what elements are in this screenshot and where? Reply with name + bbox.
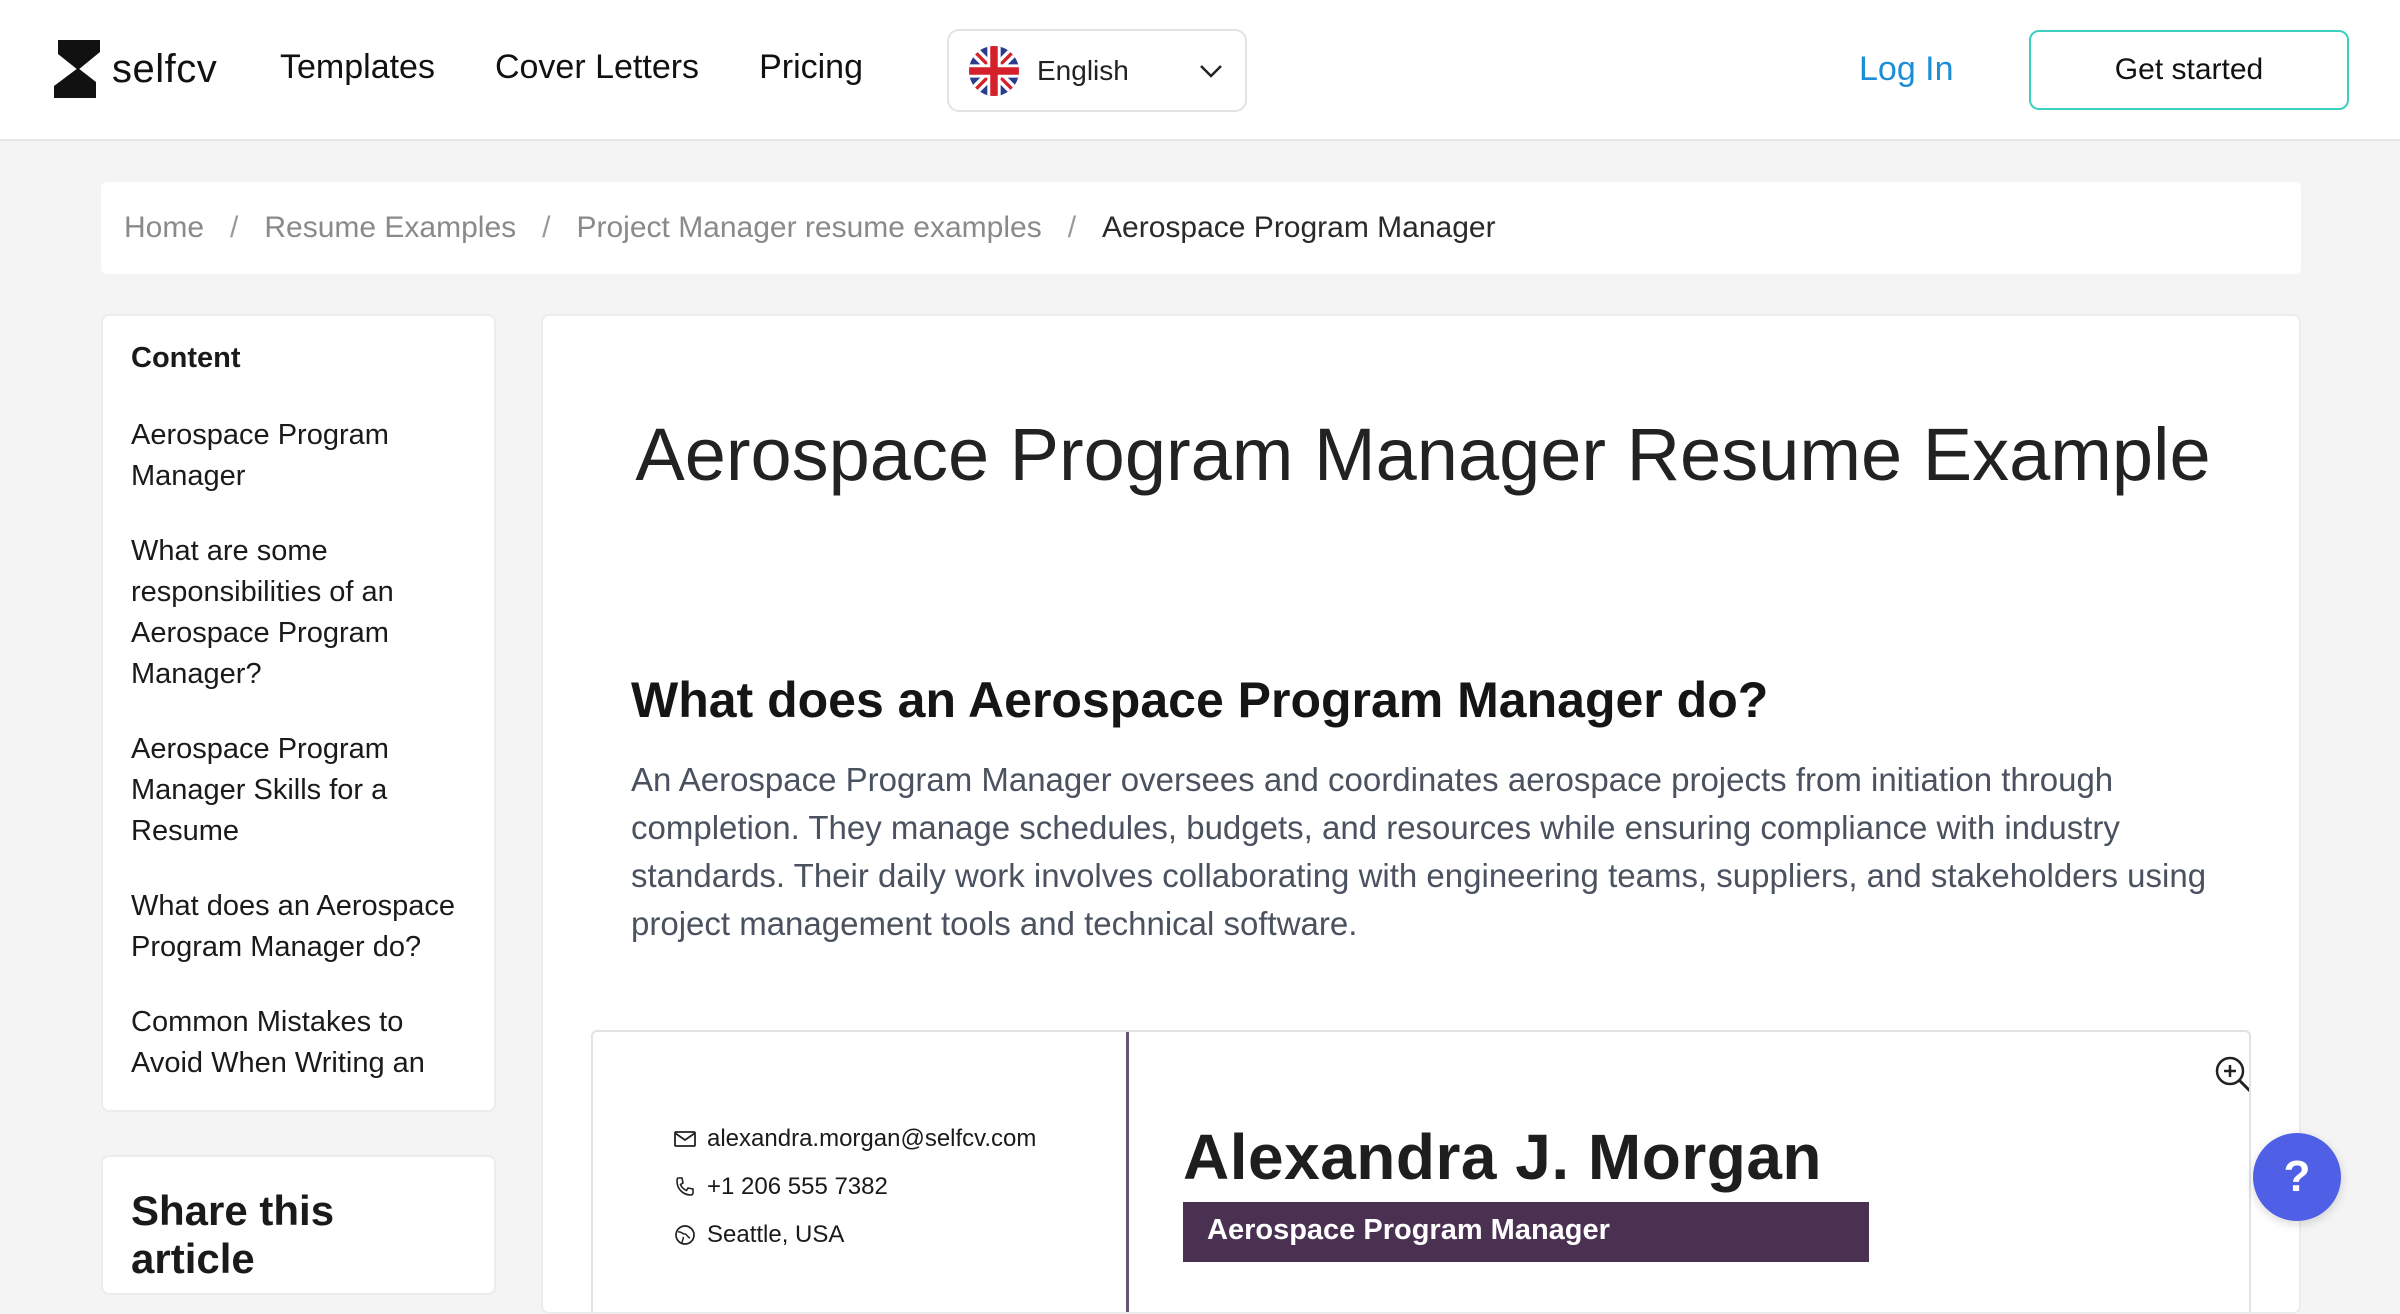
toc-item[interactable]: Common Mistakes to Avoid When Writing an [131, 1002, 466, 1084]
resume-name: Alexandra J. Morgan [1183, 1121, 1822, 1193]
main-nav: Templates Cover Letters Pricing [280, 48, 923, 87]
breadcrumb-separator: / [542, 211, 551, 244]
breadcrumb-separator: / [1067, 211, 1077, 244]
breadcrumb-home[interactable]: Home [124, 211, 204, 245]
login-link[interactable]: Log In [1859, 50, 1954, 89]
help-button[interactable]: ? [2253, 1133, 2341, 1221]
resume-divider [1126, 1032, 1129, 1312]
logo[interactable]: selfcv [52, 40, 217, 98]
get-started-button[interactable]: Get started [2029, 30, 2349, 110]
help-icon: ? [2283, 1152, 2311, 1201]
resume-phone: +1 206 555 7382 [673, 1173, 888, 1201]
resume-email-text: alexandra.morgan@selfcv.com [707, 1125, 1037, 1152]
mail-icon [674, 1131, 696, 1147]
zoom-in-icon[interactable] [2213, 1054, 2251, 1094]
article-main: Aerospace Program Manager Resume Example… [541, 314, 2301, 1314]
toc-item[interactable]: What does an Aerospace Program Manager d… [131, 886, 466, 968]
resume-preview[interactable]: alexandra.morgan@selfcv.com +1 206 555 7… [591, 1030, 2251, 1312]
toc-item[interactable]: Aerospace Program Manager [131, 415, 466, 497]
chevron-down-icon [1200, 64, 1222, 78]
section-heading: What does an Aerospace Program Manager d… [631, 672, 1769, 728]
phone-icon [676, 1177, 694, 1196]
logo-text: selfcv [112, 46, 218, 91]
breadcrumb-separator: / [230, 211, 239, 244]
uk-flag-icon [969, 45, 1019, 96]
share-panel: Share this article [101, 1155, 496, 1295]
language-selector[interactable]: English [947, 29, 1247, 112]
selfcv-logo-icon [54, 40, 100, 98]
resume-email: alexandra.morgan@selfcv.com [673, 1125, 1036, 1153]
page-title: Aerospace Program Manager Resume Example [635, 413, 2211, 496]
breadcrumb: Home / Resume Examples / Project Manager… [101, 182, 2301, 274]
breadcrumb-current: Aerospace Program Manager [1102, 211, 1496, 244]
table-of-contents: Content Aerospace Program Manager What a… [101, 314, 496, 1112]
globe-icon [675, 1225, 695, 1245]
resume-role-banner: Aerospace Program Manager [1183, 1202, 1869, 1262]
nav-pricing[interactable]: Pricing [759, 48, 863, 87]
toc-item[interactable]: Aerospace Program Manager Skills for a R… [131, 729, 466, 852]
nav-templates[interactable]: Templates [280, 48, 435, 87]
breadcrumb-project-manager[interactable]: Project Manager resume examples [576, 211, 1041, 245]
section-text: An Aerospace Program Manager oversees an… [631, 761, 2207, 942]
toc-item[interactable]: What are some responsibilities of an Aer… [131, 531, 466, 695]
language-label: English [1037, 54, 1129, 86]
top-header: selfcv Templates Cover Letters Pricing E… [0, 0, 2400, 141]
nav-cover-letters[interactable]: Cover Letters [495, 48, 699, 87]
toc-title: Content [131, 342, 241, 374]
resume-phone-text: +1 206 555 7382 [707, 1173, 888, 1200]
share-title: Share this article [131, 1187, 335, 1282]
resume-location: Seattle, USA [673, 1221, 844, 1249]
breadcrumb-resume-examples[interactable]: Resume Examples [264, 211, 516, 245]
resume-location-text: Seattle, USA [707, 1221, 845, 1248]
